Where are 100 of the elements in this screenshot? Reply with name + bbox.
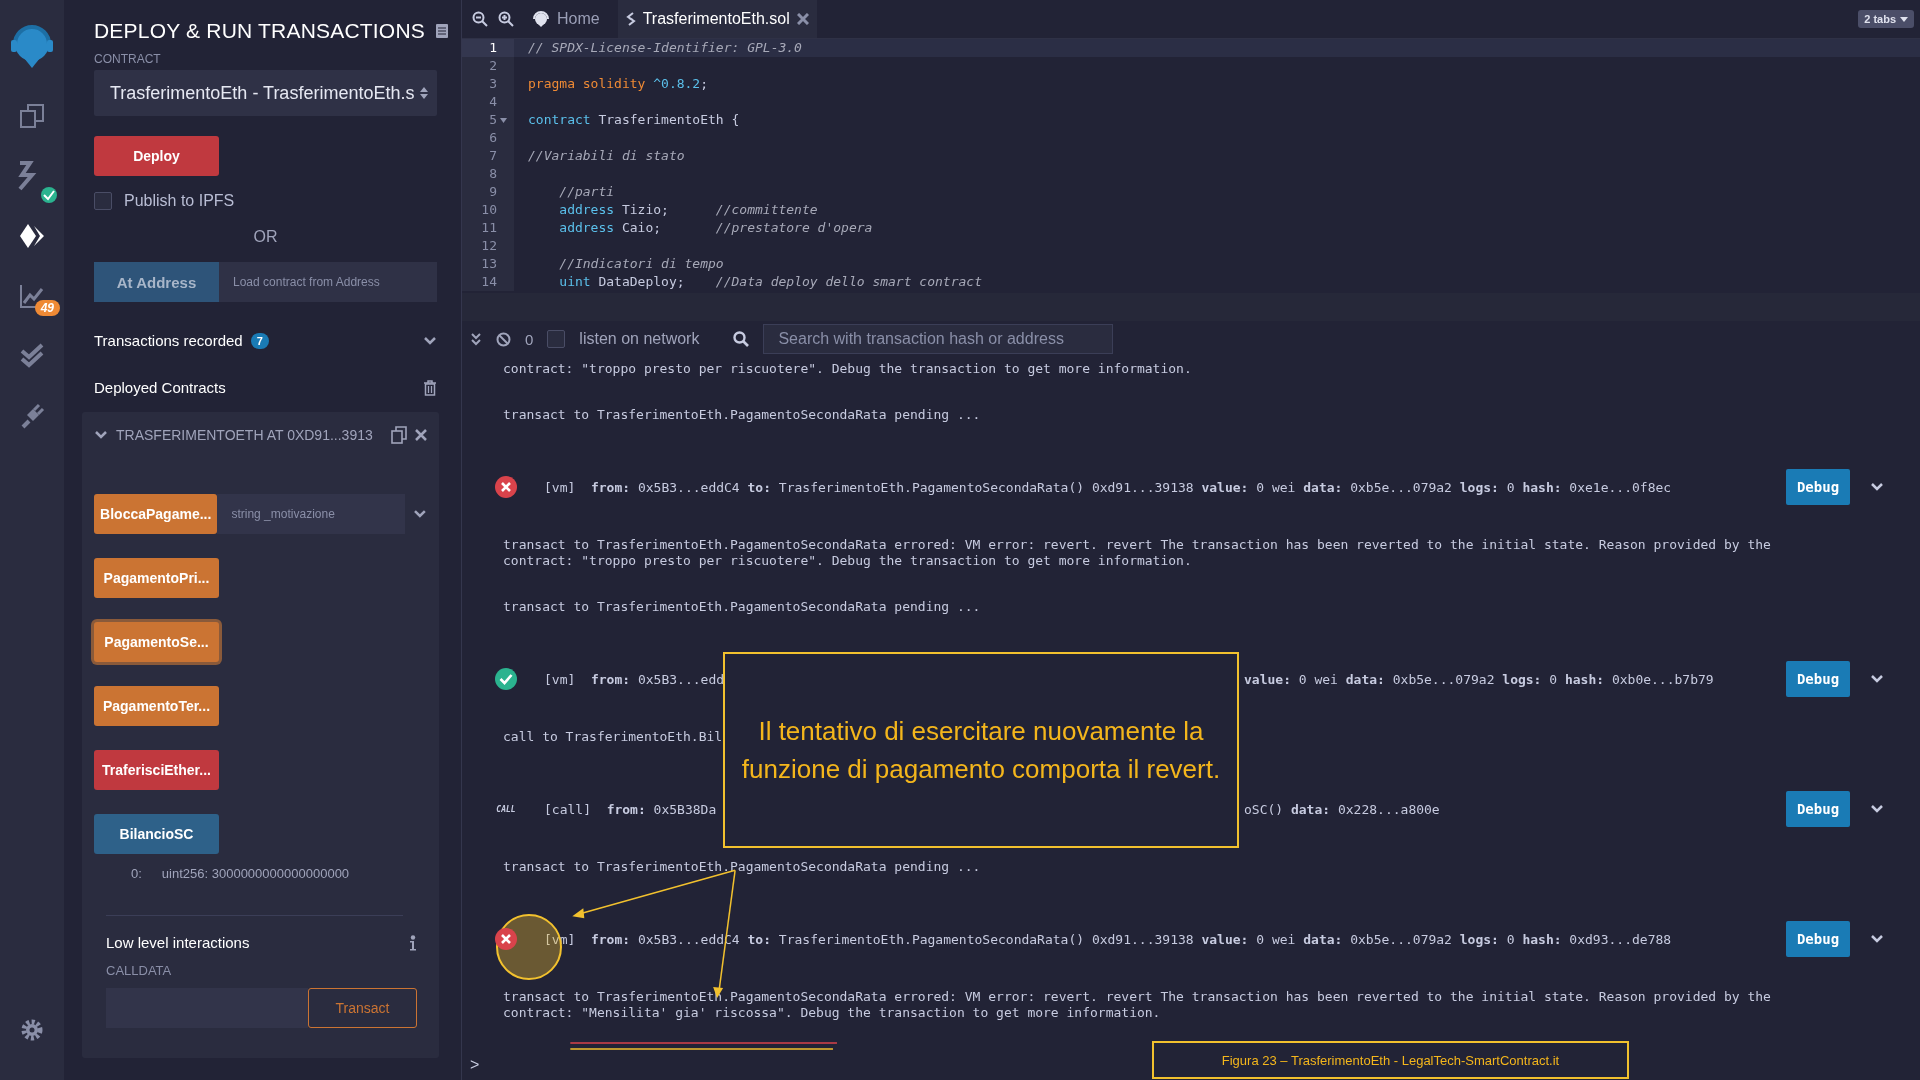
transaction-summary: [vm] from: 0x5B3...edd <box>544 671 726 687</box>
or-text: OR <box>252 228 279 246</box>
checkbox-label: listen on network <box>579 330 700 348</box>
tabs-dropdown[interactable]: 2 tabs <box>1858 10 1914 28</box>
calldata-input[interactable] <box>106 988 308 1028</box>
log-message: transact to TrasferimentoEth.PagamentoSecondaRata pending ... <box>503 407 981 423</box>
function-button[interactable]: TraferisciEther... <box>94 750 219 790</box>
info-icon[interactable] <box>409 934 417 951</box>
line-number: 6 <box>489 129 497 147</box>
at-address-button[interactable]: At Address <box>94 262 219 302</box>
line-number: 5 <box>489 111 497 129</box>
log-message: call to TrasferimentoEth.Bil <box>503 729 723 745</box>
section-title: Low level interactions <box>106 934 250 951</box>
address-input[interactable]: Load contract from Address <box>219 262 437 302</box>
chevron-down-icon[interactable] <box>1870 482 1884 492</box>
callout-note: Il tentativo di esercitare nuovamente la funzione di pagamento comporta il revert. <box>723 652 1239 848</box>
line-number: 14 <box>481 273 497 291</box>
double-chevron-icon[interactable] <box>470 332 482 346</box>
function-button[interactable]: BloccaPagame... <box>94 494 218 534</box>
fold-caret-icon[interactable] <box>499 117 508 123</box>
chevron-down-icon[interactable] <box>1870 934 1884 944</box>
function-button[interactable]: BilancioSC <box>94 814 219 854</box>
error-icon <box>494 927 518 951</box>
line-number: 1 <box>489 39 497 57</box>
panel-title: DEPLOY & RUN TRANSACTIONS <box>94 19 425 43</box>
deploy-button[interactable]: Deploy <box>94 136 219 176</box>
chevron-down-icon[interactable] <box>423 335 437 346</box>
log-message: transact to TrasferimentoEth.PagamentoSecondaRata pending ... <box>503 599 981 615</box>
search-icon[interactable] <box>733 331 750 347</box>
deploy-icon[interactable] <box>18 222 46 250</box>
log-message: contract: "troppo presto per riscuotere". Debug the transaction to get more information. <box>503 361 1192 377</box>
code-line: address Caio; //prestatore d'opera <box>558 219 874 237</box>
chevron-down-icon[interactable] <box>94 430 108 440</box>
settings-icon[interactable] <box>20 1018 44 1042</box>
transact-button[interactable]: Transact <box>308 988 417 1028</box>
editor-tab[interactable]: Home <box>524 0 608 38</box>
close-icon[interactable] <box>796 13 809 25</box>
line-number: 13 <box>481 255 497 273</box>
code-line: uint DataDeploy; //Data deploy dello smart contract <box>558 273 983 291</box>
debug-button[interactable]: Debug <box>1786 791 1850 827</box>
debug-button[interactable]: Debug <box>1786 661 1850 697</box>
files-icon[interactable] <box>19 103 45 129</box>
book-icon[interactable] <box>435 23 449 39</box>
checkbox[interactable] <box>94 192 112 210</box>
debug-button[interactable]: Debug <box>1786 921 1850 957</box>
zoom-in-icon[interactable] <box>498 11 514 27</box>
line-number: 11 <box>481 219 497 237</box>
line-number: 3 <box>489 75 497 93</box>
transaction-summary: [vm] from: 0x5B3...eddC4 to: TrasferimentoEth.PagamentoSecondaRata() 0xd91...39138 value: 0 wei data: 0xb5e...079a2 logs: 0 hash: 0xe1e...0f8ec <box>544 479 1672 495</box>
checkbox[interactable] <box>547 330 566 348</box>
checkbox-label: Publish to IPFS <box>124 192 235 210</box>
success-icon <box>494 667 518 691</box>
code-line: pragma solidity ^0.8.2; <box>527 75 710 93</box>
sort-arrows-icon <box>419 86 429 100</box>
log-message: transact to TrasferimentoEth.PagamentoSecondaRata errored: VM error: revert. revert The transaction has been reverted to the initial state. Reason provided by the contract: "Mensilita' gia' riscossa". Debug the transaction to get more information. <box>503 989 1771 1021</box>
field-label: CALLDATA <box>106 963 173 978</box>
editor-tab[interactable]: TrasferimentoEth.sol <box>617 0 817 38</box>
function-button[interactable]: PagamentoTer... <box>94 686 219 726</box>
line-number: 7 <box>489 147 497 165</box>
trash-icon[interactable] <box>423 379 437 396</box>
copy-icon[interactable] <box>391 426 407 444</box>
result-index: 0: <box>131 866 142 881</box>
transaction-summary: [call] from: 0x5B38Da <box>544 801 718 817</box>
code-line: //Variabili di stato <box>527 147 686 165</box>
search-field[interactable]: Search with transaction hash or address <box>763 324 1114 354</box>
close-icon[interactable] <box>415 429 427 441</box>
code-line: //Indicatori di tempo <box>558 255 725 273</box>
clear-icon[interactable] <box>496 331 511 347</box>
figure-caption: Figura 23 – TrasferimentoEth - LegalTech-SmartContract.it <box>1152 1041 1629 1079</box>
line-number: 12 <box>481 237 497 255</box>
chevron-down-icon[interactable] <box>1870 804 1884 814</box>
plug-icon[interactable] <box>19 403 45 429</box>
transaction-summary: value: 0 wei data: 0xb5e...079a2 logs: 0 hash: 0xb0e...b7b79 <box>1244 671 1714 687</box>
result-value: uint256: 3000000000000000000 <box>161 866 350 881</box>
chevron-down-icon[interactable] <box>413 509 427 519</box>
headset-logo-icon <box>532 10 550 28</box>
count-badge: 49 <box>34 300 60 316</box>
code-line: //parti <box>558 183 616 201</box>
error-icon <box>494 475 518 499</box>
chevron-down-icon[interactable] <box>1870 674 1884 684</box>
argument-input[interactable]: string _motivazione <box>217 494 406 534</box>
function-button[interactable]: PagamentoSe... <box>94 622 219 662</box>
line-number: 8 <box>489 165 497 183</box>
file-type-icon <box>625 12 636 26</box>
line-number: 2 <box>489 57 497 75</box>
terminal-prompt: > <box>470 1056 480 1074</box>
zoom-out-icon[interactable] <box>472 11 488 27</box>
contract-select[interactable]: TrasferimentoEth - TrasferimentoEth.s <box>94 70 437 116</box>
line-number: 9 <box>489 183 497 201</box>
code-line: contract TrasferimentoEth { <box>527 111 741 129</box>
transaction-summary: oSC() data: 0x228...a800e <box>1244 801 1440 817</box>
double-check-icon[interactable] <box>19 343 45 369</box>
line-number: 10 <box>481 201 497 219</box>
contract-instance-title: TRASFERIMENTOETH AT 0XD91...3913 <box>116 427 374 443</box>
field-label: CONTRACT <box>94 52 162 66</box>
count-badge: 7 <box>250 332 269 349</box>
debug-button[interactable]: Debug <box>1786 469 1850 505</box>
caret-icon <box>1900 16 1908 22</box>
section-title: Transactions recorded <box>94 332 243 349</box>
function-button[interactable]: PagamentoPri... <box>94 558 219 598</box>
